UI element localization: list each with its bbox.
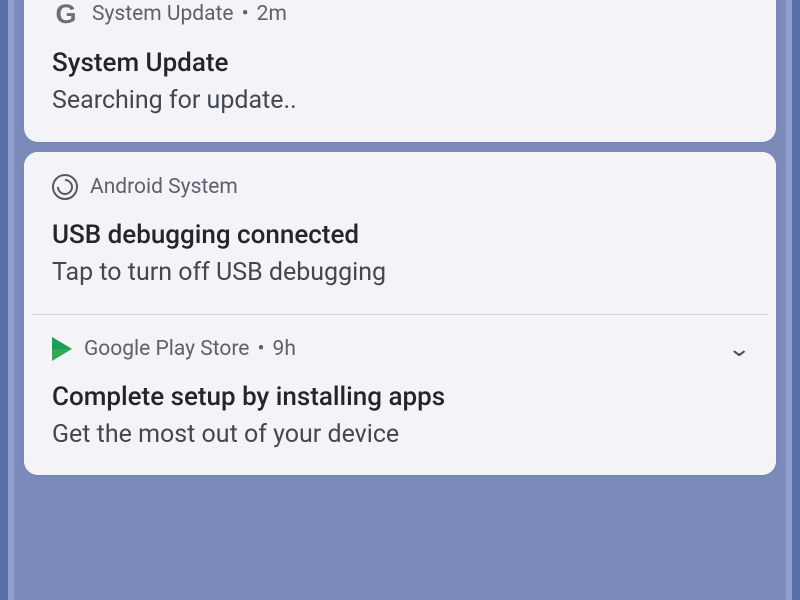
notification-title: Complete setup by installing apps (52, 382, 748, 412)
notification-header: G System Update • 2m (52, 0, 748, 28)
notification-play-store[interactable]: Google Play Store • 9h ⌄ Complete setup … (24, 315, 776, 476)
notification-app-name: Google Play Store (84, 337, 249, 361)
notification-usb-debugging[interactable]: Android System USB debugging connected T… (24, 152, 776, 314)
notification-body: Get the most out of your device (52, 418, 748, 452)
notification-panel: G System Update • 2m System Update Searc… (24, 0, 776, 600)
screen-bezel-right (792, 0, 800, 600)
notification-app-row: Google Play Store • 9h (84, 337, 718, 361)
notification-app-row: Android System (90, 175, 748, 199)
notification-app-name: System Update (92, 2, 234, 26)
android-system-icon (52, 174, 78, 200)
notification-body: Tap to turn off USB debugging (52, 256, 748, 290)
google-g-icon: G (52, 0, 80, 28)
play-store-icon (52, 337, 72, 361)
notification-app-name: Android System (90, 175, 238, 199)
notification-title: System Update (52, 48, 748, 78)
notification-app-row: System Update • 2m (92, 2, 748, 26)
notification-group: Android System USB debugging connected T… (24, 152, 776, 476)
notification-time: 2m (257, 2, 287, 26)
notification-header: Android System (52, 174, 748, 200)
notification-header: Google Play Store • 9h ⌄ (52, 337, 748, 362)
chevron-down-icon[interactable]: ⌄ (727, 337, 751, 362)
separator-dot: • (257, 337, 264, 361)
notification-title: USB debugging connected (52, 220, 748, 250)
notification-system-update[interactable]: G System Update • 2m System Update Searc… (24, 0, 776, 142)
separator-dot: • (242, 2, 249, 26)
notification-time: 9h (273, 337, 296, 361)
screen-bezel-left (0, 0, 8, 600)
notification-body: Searching for update.. (52, 84, 748, 118)
